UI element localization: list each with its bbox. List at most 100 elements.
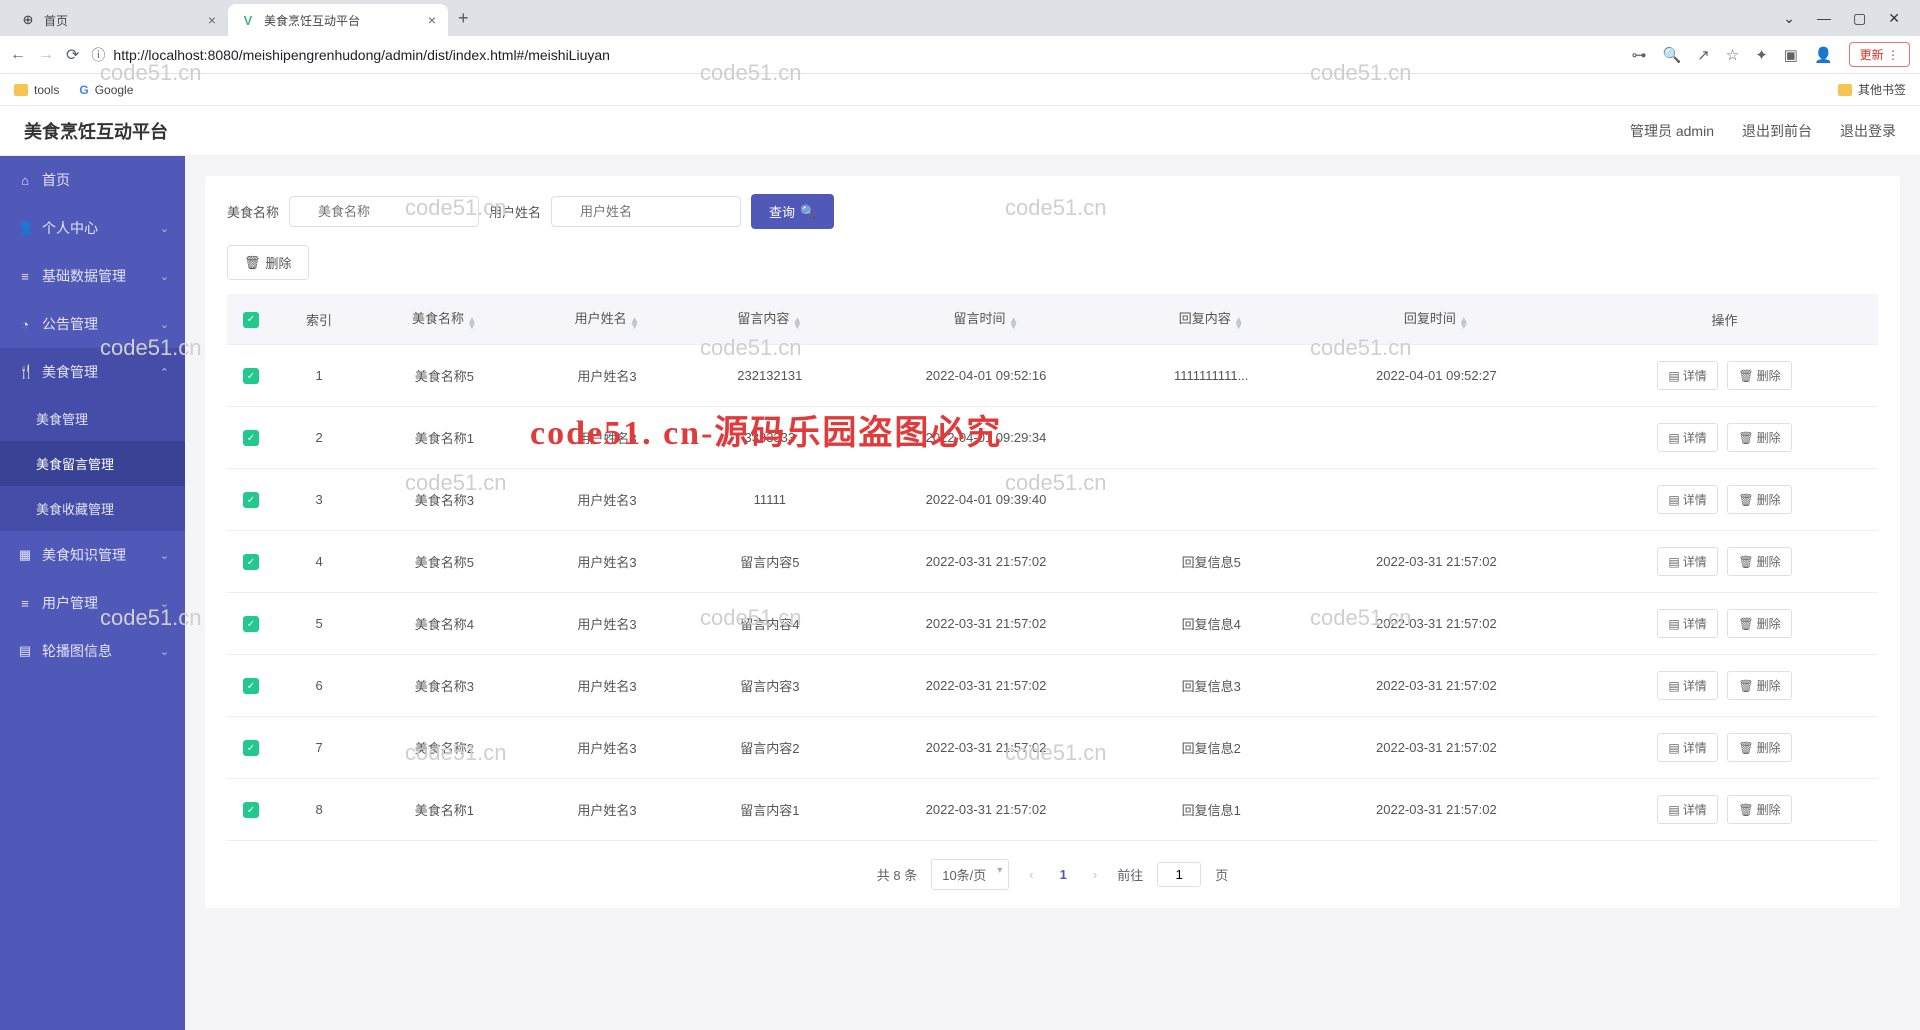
goto-page-input[interactable] — [1157, 862, 1201, 887]
menu-label: 公告管理 — [42, 314, 98, 334]
url-field[interactable]: ⓘ http://localhost:8080/meishipengrenhud… — [91, 45, 1619, 65]
tab-bar: ⊕ 首页 × V 美食烹饪互动平台 × + ⌄ — ▢ ✕ — [0, 0, 1920, 36]
detail-button[interactable]: ▤详情 — [1657, 671, 1717, 700]
detail-button[interactable]: ▤详情 — [1657, 423, 1717, 452]
detail-button[interactable]: ▤详情 — [1657, 547, 1717, 576]
back-button[interactable]: ← — [10, 46, 26, 64]
bookmark-google[interactable]: GGoogle — [79, 83, 133, 97]
detail-button[interactable]: ▤详情 — [1657, 733, 1717, 762]
col-header[interactable]: 回复内容▲▼ — [1121, 294, 1302, 345]
row-checkbox[interactable]: ✓ — [243, 740, 259, 756]
forward-button[interactable]: → — [38, 46, 54, 64]
cell-index: 8 — [275, 779, 363, 841]
row-delete-button[interactable]: 🗑删除 — [1727, 795, 1791, 824]
menu-label: 个人中心 — [42, 218, 98, 238]
col-header[interactable]: 用户姓名▲▼ — [526, 294, 689, 345]
menu-label: 美食知识管理 — [42, 545, 126, 565]
browser-chrome: ⊕ 首页 × V 美食烹饪互动平台 × + ⌄ — ▢ ✕ ← → ⟳ ⓘ ht… — [0, 0, 1920, 106]
doc-icon: ▤ — [1668, 555, 1679, 569]
col-header[interactable]: 回复时间▲▼ — [1302, 294, 1571, 345]
filter-name-input[interactable] — [289, 196, 479, 227]
detail-button[interactable]: ▤详情 — [1657, 609, 1717, 638]
search-icon[interactable]: 🔍 — [1662, 46, 1681, 64]
sort-icon: ▲▼ — [1009, 318, 1019, 330]
detail-button[interactable]: ▤详情 — [1657, 485, 1717, 514]
url-text: http://localhost:8080/meishipengrenhudon… — [113, 47, 610, 63]
cell-mtime: 2022-04-01 09:29:34 — [851, 407, 1120, 469]
main-content: 美食名称 🔍 用户姓名 🔍 查询🔍 🗑删除 ✓索引美食名称▲▼用户姓名▲▼留言内… — [185, 156, 1920, 1030]
goto-front-link[interactable]: 退出到前台 — [1742, 121, 1812, 141]
row-checkbox[interactable]: ✓ — [243, 492, 259, 508]
row-checkbox[interactable]: ✓ — [243, 678, 259, 694]
close-icon[interactable]: × — [428, 12, 436, 28]
reload-button[interactable]: ⟳ — [66, 45, 79, 65]
sidebar-item-6[interactable]: ≡用户管理⌄ — [0, 579, 185, 627]
side-panel-icon[interactable]: ▣ — [1784, 46, 1798, 64]
bookmark-icon[interactable]: ☆ — [1726, 46, 1739, 64]
bookmark-tools[interactable]: tools — [14, 83, 59, 97]
cell-mtime: 2022-03-31 21:57:02 — [851, 779, 1120, 841]
detail-button[interactable]: ▤详情 — [1657, 361, 1717, 390]
checkbox-all[interactable]: ✓ — [243, 312, 259, 328]
row-delete-button[interactable]: 🗑删除 — [1727, 423, 1791, 452]
row-checkbox[interactable]: ✓ — [243, 430, 259, 446]
table-row: ✓ 7 美食名称2 用户姓名3 留言内容2 2022-03-31 21:57:0… — [227, 717, 1878, 779]
maximize-icon[interactable]: ▢ — [1853, 10, 1866, 27]
dropdown-icon[interactable]: ⌄ — [1783, 10, 1795, 27]
page-number[interactable]: 1 — [1054, 867, 1073, 882]
row-delete-button[interactable]: 🗑删除 — [1727, 733, 1791, 762]
browser-tab-active[interactable]: V 美食烹饪互动平台 × — [228, 4, 448, 36]
cell-rtime: 2022-03-31 21:57:02 — [1302, 779, 1571, 841]
row-checkbox[interactable]: ✓ — [243, 616, 259, 632]
sidebar-subitem-0[interactable]: 美食管理 — [0, 396, 185, 441]
sidebar-item-5[interactable]: ▦美食知识管理⌄ — [0, 531, 185, 579]
key-icon[interactable]: ⊶ — [1631, 46, 1646, 64]
row-delete-button[interactable]: 🗑删除 — [1727, 671, 1791, 700]
logout-link[interactable]: 退出登录 — [1840, 121, 1896, 141]
cell-msg: 留言内容3 — [688, 655, 851, 717]
row-delete-button[interactable]: 🗑删除 — [1727, 361, 1791, 390]
next-page-button[interactable]: › — [1087, 867, 1103, 882]
cell-index: 4 — [275, 531, 363, 593]
row-delete-button[interactable]: 🗑删除 — [1727, 609, 1791, 638]
detail-button[interactable]: ▤详情 — [1657, 795, 1717, 824]
chevron-icon: ⌄ — [160, 270, 169, 283]
prev-page-button[interactable]: ‹ — [1023, 867, 1039, 882]
sidebar-item-0[interactable]: ⌂首页 — [0, 156, 185, 204]
minimize-icon[interactable]: — — [1817, 10, 1831, 27]
query-button[interactable]: 查询🔍 — [751, 194, 834, 229]
sidebar-item-3[interactable]: ◔公告管理⌄ — [0, 300, 185, 348]
col-header[interactable]: 留言时间▲▼ — [851, 294, 1120, 345]
user-info[interactable]: 管理员 admin — [1630, 121, 1714, 141]
col-header[interactable]: 留言内容▲▼ — [688, 294, 851, 345]
sidebar-item-7[interactable]: ▤轮播图信息⌄ — [0, 627, 185, 675]
row-checkbox[interactable]: ✓ — [243, 554, 259, 570]
new-tab-button[interactable]: + — [448, 8, 479, 29]
sidebar-subitem-2[interactable]: 美食收藏管理 — [0, 486, 185, 531]
row-checkbox[interactable]: ✓ — [243, 802, 259, 818]
sidebar-subitem-1[interactable]: 美食留言管理 — [0, 441, 185, 486]
cell-index: 7 — [275, 717, 363, 779]
trash-icon: 🗑 — [1738, 617, 1753, 631]
cell-user: 用户姓名3 — [526, 779, 689, 841]
bookmark-other[interactable]: 其他书签 — [1838, 81, 1906, 98]
browser-tab-inactive[interactable]: ⊕ 首页 × — [8, 4, 228, 36]
col-header[interactable]: 美食名称▲▼ — [363, 294, 526, 345]
row-delete-button[interactable]: 🗑删除 — [1727, 485, 1791, 514]
sidebar-item-1[interactable]: 👤个人中心⌄ — [0, 204, 185, 252]
info-icon: ⓘ — [91, 45, 105, 65]
sidebar-item-4[interactable]: 🍴美食管理⌃ — [0, 348, 185, 396]
batch-delete-button[interactable]: 🗑删除 — [227, 245, 309, 280]
row-delete-button[interactable]: 🗑删除 — [1727, 547, 1791, 576]
filter-user-input[interactable] — [551, 196, 741, 227]
share-icon[interactable]: ↗ — [1697, 46, 1710, 64]
row-checkbox[interactable]: ✓ — [243, 368, 259, 384]
update-button[interactable]: 更新 ⋮ — [1849, 42, 1910, 67]
sidebar-item-2[interactable]: ≡基础数据管理⌄ — [0, 252, 185, 300]
trash-icon: 🗑 — [1738, 555, 1753, 569]
page-size-select[interactable]: 10条/页 — [931, 859, 1009, 890]
extensions-icon[interactable]: ✦ — [1755, 46, 1768, 64]
profile-icon[interactable]: 👤 — [1814, 46, 1833, 64]
close-window-icon[interactable]: ✕ — [1888, 10, 1900, 27]
close-icon[interactable]: × — [208, 12, 216, 28]
